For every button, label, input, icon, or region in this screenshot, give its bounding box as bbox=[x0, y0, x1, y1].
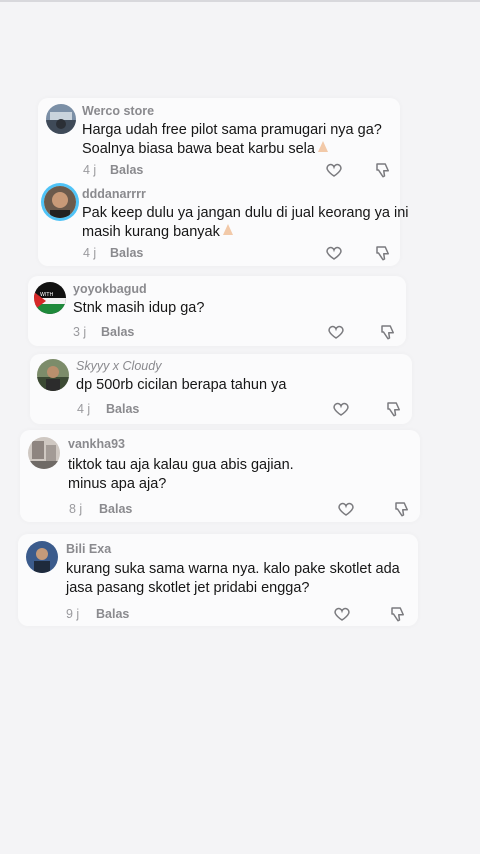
pray-emoji-icon bbox=[315, 140, 331, 154]
comment-text-line: masih kurang banyak bbox=[82, 222, 236, 242]
dislike-icon[interactable] bbox=[374, 161, 392, 179]
comment-time: 4 j bbox=[83, 246, 97, 260]
comment-time: 9 j bbox=[66, 607, 80, 621]
comment-username[interactable]: dddanarrrr bbox=[82, 187, 146, 201]
comment-username[interactable]: vankha93 bbox=[68, 437, 125, 451]
comment-username[interactable]: Skyyy x Cloudy bbox=[76, 359, 161, 373]
heart-icon[interactable] bbox=[325, 161, 343, 179]
comment-username[interactable]: yoyokbagud bbox=[73, 282, 147, 296]
pray-emoji-icon bbox=[220, 223, 236, 237]
dislike-icon[interactable] bbox=[385, 400, 403, 418]
reply-button[interactable]: Balas bbox=[99, 502, 132, 516]
comment-time: 8 j bbox=[69, 502, 83, 516]
comment-username[interactable]: Bili Exa bbox=[66, 542, 111, 556]
dislike-icon[interactable] bbox=[393, 500, 411, 518]
comment-text-line: Pak keep dulu ya jangan dulu di jual keo… bbox=[82, 205, 409, 221]
avatar[interactable] bbox=[44, 186, 76, 218]
dislike-icon[interactable] bbox=[389, 605, 407, 623]
comment-text-line: Stnk masih idup ga? bbox=[73, 300, 205, 316]
dislike-icon[interactable] bbox=[379, 323, 397, 341]
avatar[interactable] bbox=[26, 541, 58, 573]
heart-icon[interactable] bbox=[337, 500, 355, 518]
heart-icon[interactable] bbox=[325, 244, 343, 262]
comment-text-line: kurang suka sama warna nya. kalo pake sk… bbox=[66, 561, 400, 577]
comment-time: 4 j bbox=[77, 402, 91, 416]
comment-text-line: dp 500rb cicilan berapa tahun ya bbox=[76, 377, 287, 393]
avatar[interactable] bbox=[37, 359, 69, 391]
comment-text-line: jasa pasang skotlet jet pridabi engga? bbox=[66, 580, 310, 596]
comment-text-line: Soalnya biasa bawa beat karbu sela bbox=[82, 139, 331, 159]
comment-time: 3 j bbox=[73, 325, 87, 339]
top-divider bbox=[0, 0, 480, 2]
comment-username[interactable]: Werco store bbox=[82, 104, 154, 118]
comment-text-line: tiktok tau aja kalau gua abis gajian. bbox=[68, 457, 294, 473]
avatar[interactable] bbox=[28, 437, 60, 469]
reply-button[interactable]: Balas bbox=[96, 607, 129, 621]
comment-text-line: minus apa aja? bbox=[68, 476, 167, 492]
reply-button[interactable]: Balas bbox=[106, 402, 139, 416]
dislike-icon[interactable] bbox=[374, 244, 392, 262]
avatar[interactable]: WITH bbox=[34, 282, 66, 314]
comment-time: 4 j bbox=[83, 163, 97, 177]
avatar-label: WITH bbox=[40, 292, 53, 298]
comment-text-line: Harga udah free pilot sama pramugari nya… bbox=[82, 122, 382, 138]
reply-button[interactable]: Balas bbox=[110, 163, 143, 177]
avatar[interactable] bbox=[46, 104, 76, 134]
heart-icon[interactable] bbox=[333, 605, 351, 623]
heart-icon[interactable] bbox=[332, 400, 350, 418]
reply-button[interactable]: Balas bbox=[101, 325, 134, 339]
reply-button[interactable]: Balas bbox=[110, 246, 143, 260]
heart-icon[interactable] bbox=[327, 323, 345, 341]
